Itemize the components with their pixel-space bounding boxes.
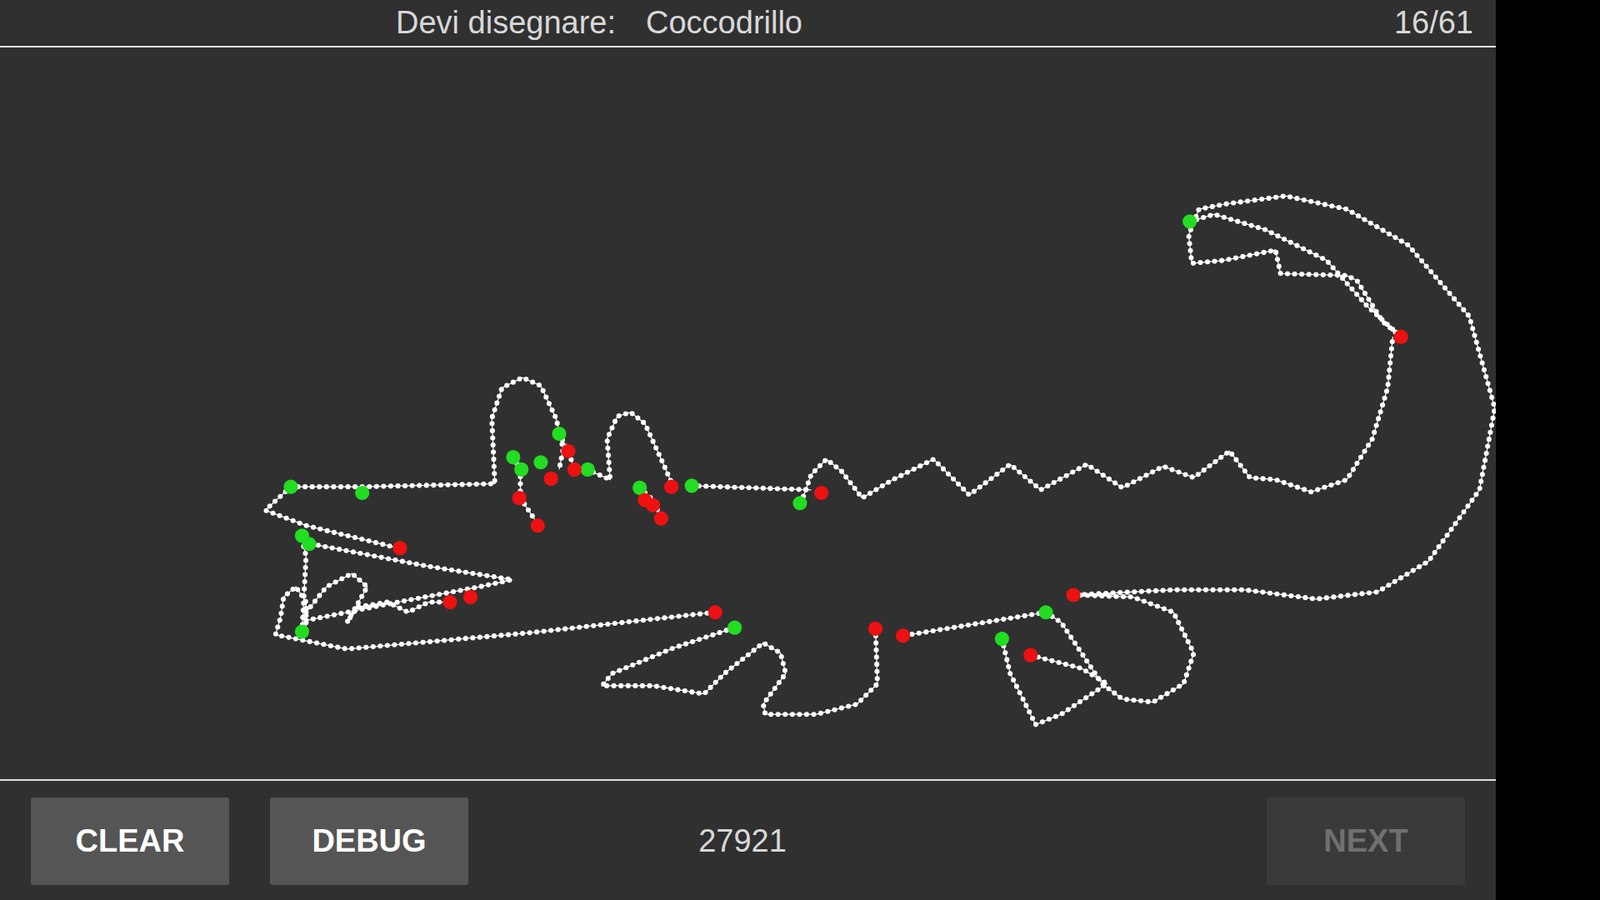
stroke-line xyxy=(1045,595,1195,703)
stroke-line xyxy=(1190,214,1401,337)
footer: CLEAR DEBUG27921NEXT xyxy=(0,779,1496,900)
stroke-line xyxy=(290,377,564,487)
stroke xyxy=(1073,195,1495,600)
stroke-marker xyxy=(533,455,548,470)
stroke-marker xyxy=(868,621,883,636)
stroke-marker xyxy=(814,485,829,500)
stroke xyxy=(1045,595,1195,703)
debug-button[interactable]: DEBUG xyxy=(270,797,469,885)
stroke-marker xyxy=(1394,330,1409,345)
stroke-line xyxy=(903,612,1046,636)
stroke-line xyxy=(275,586,715,650)
stroke xyxy=(586,412,674,487)
stroke xyxy=(800,336,1393,504)
target-word: Coccodrillo xyxy=(645,0,803,47)
stroke-marker xyxy=(392,540,407,555)
stroke xyxy=(1190,214,1401,337)
progress-counter: 16/61 xyxy=(1394,0,1474,47)
stroke-marker xyxy=(567,462,582,477)
stroke-marker xyxy=(1038,605,1053,620)
stroke-marker xyxy=(580,462,595,477)
stroke-marker xyxy=(442,595,457,610)
stroke-marker xyxy=(632,480,647,495)
stroke-marker xyxy=(514,462,529,477)
stroke-marker xyxy=(463,590,478,605)
stroke xyxy=(1001,639,1107,725)
stroke-line xyxy=(586,412,674,487)
prompt-label: Devi disegnare: xyxy=(395,0,616,47)
stroke-marker xyxy=(995,631,1010,646)
stroke-line xyxy=(1001,639,1107,725)
stroke-line xyxy=(691,485,811,490)
next-button[interactable]: NEXT xyxy=(1266,797,1465,885)
stroke-marker xyxy=(301,536,316,551)
stroke xyxy=(691,485,811,490)
stroke-marker xyxy=(505,450,520,465)
stroke xyxy=(265,486,398,548)
stroke-marker xyxy=(645,498,660,513)
stroke-marker xyxy=(727,620,742,635)
stroke-marker xyxy=(708,605,723,620)
stroke-line xyxy=(601,627,878,715)
stroke-line xyxy=(1073,195,1495,600)
drawing-app: Devi disegnare: Coccodrillo 16/61 CLEAR DEB… xyxy=(0,0,1496,900)
stroke-marker xyxy=(792,495,807,510)
stroke-marker xyxy=(295,624,310,639)
stroke xyxy=(275,586,715,650)
stroke-marker xyxy=(1023,648,1038,663)
stroke-marker xyxy=(664,480,679,495)
stroke-marker xyxy=(544,471,559,486)
stroke-line xyxy=(300,535,306,632)
stroke-marker xyxy=(1182,214,1197,229)
stroke-marker xyxy=(530,518,545,533)
score-label: 27921 xyxy=(468,797,1267,885)
drawing-canvas[interactable] xyxy=(0,47,1496,780)
stroke xyxy=(290,377,564,487)
stroke-marker xyxy=(355,485,370,500)
stroke-marker xyxy=(283,480,298,495)
stroke-marker xyxy=(685,478,700,493)
stroke-marker xyxy=(1066,587,1081,602)
stroke xyxy=(300,535,306,632)
button-group: CLEAR DEBUG xyxy=(30,797,469,885)
stroke xyxy=(601,627,878,715)
sketch xyxy=(0,47,1496,780)
stroke-marker xyxy=(512,490,527,505)
header: Devi disegnare: Coccodrillo 16/61 xyxy=(0,0,1496,48)
stroke-marker xyxy=(551,426,566,441)
stroke-marker xyxy=(895,628,910,643)
stroke-line xyxy=(265,486,398,548)
clear-button[interactable]: CLEAR xyxy=(30,797,230,885)
stroke xyxy=(903,612,1046,636)
stroke-line xyxy=(800,336,1393,504)
stroke-marker xyxy=(654,511,669,526)
stroke xyxy=(305,573,449,623)
stroke-marker xyxy=(560,444,575,459)
stroke-line xyxy=(305,573,449,623)
